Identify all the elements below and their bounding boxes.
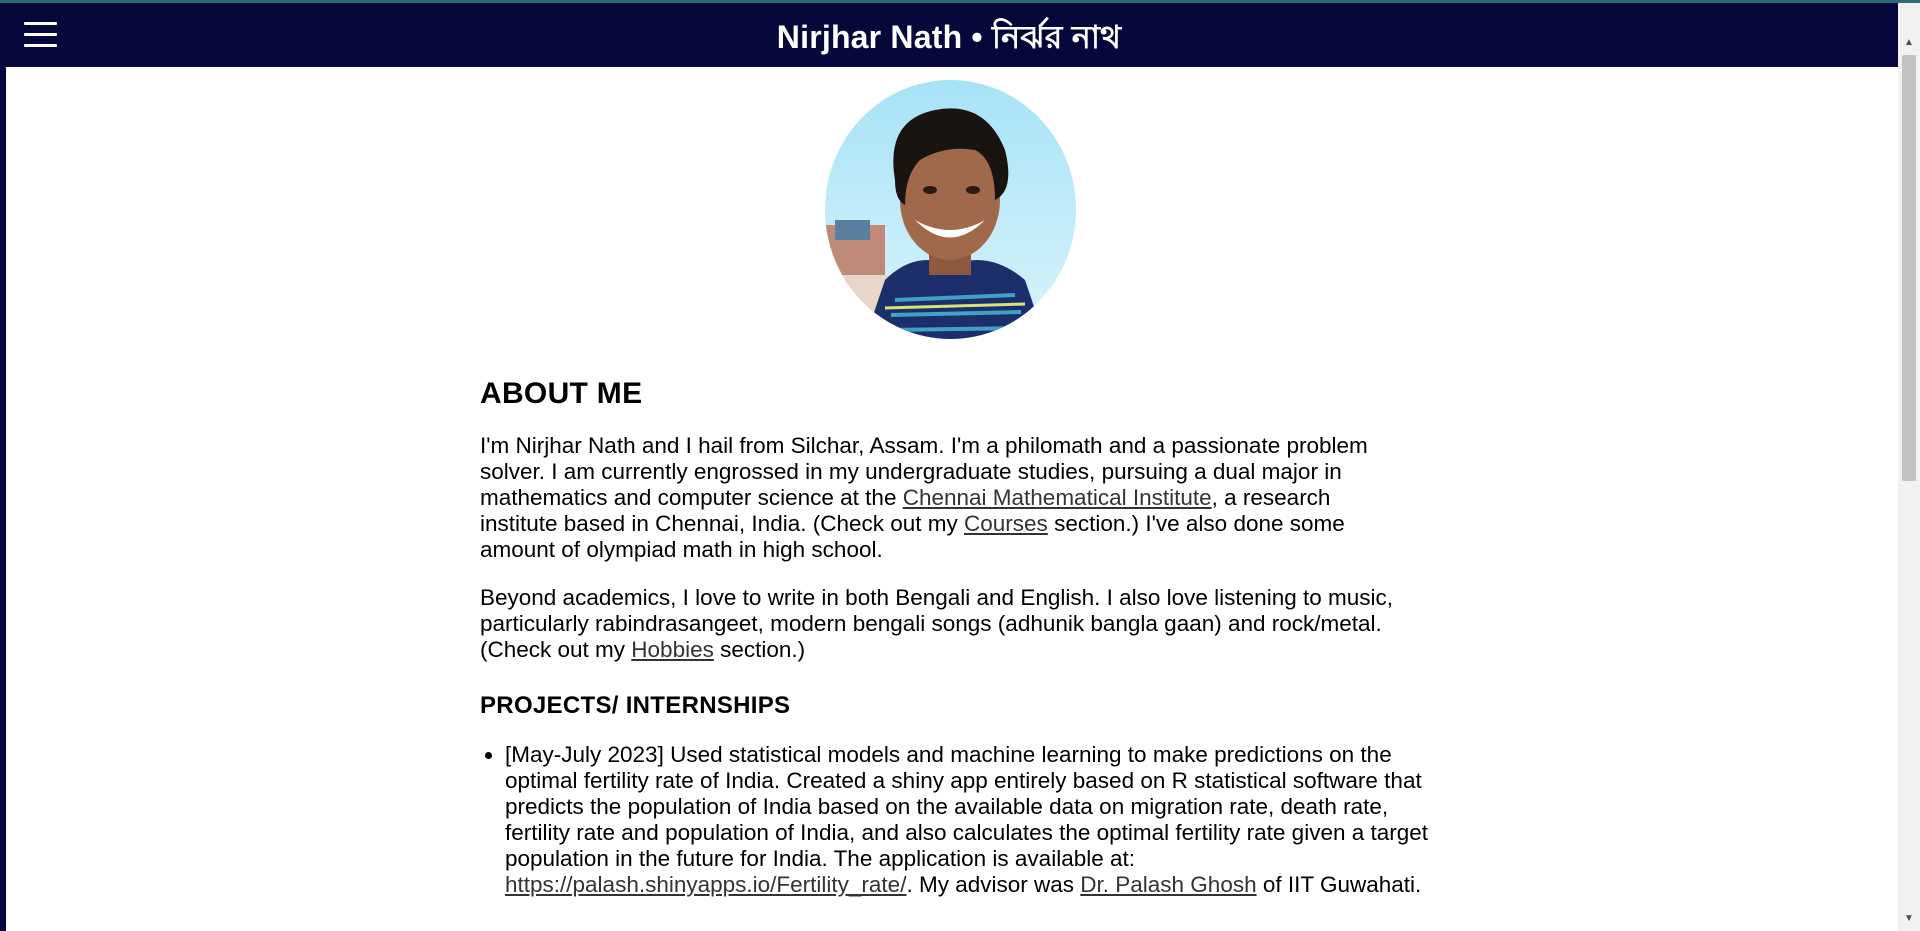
scrollbar-thumb[interactable] (1902, 55, 1916, 481)
scroll-up-arrow-icon[interactable]: ▲ (1898, 33, 1920, 53)
project-text: . My advisor was (906, 872, 1081, 897)
vertical-scrollbar[interactable]: ▲ ▼ (1898, 3, 1920, 931)
courses-link[interactable]: Courses (964, 511, 1048, 536)
about-text: section.) (713, 637, 806, 662)
advisor-link[interactable]: Dr. Palash Ghosh (1080, 872, 1256, 897)
site-header: Nirjhar Nath • নির্ঝর নাথ (0, 3, 1898, 67)
about-paragraph-1: I'm Nirjhar Nath and I hail from Silchar… (480, 433, 1410, 563)
cmi-link[interactable]: Chennai Mathematical Institute (903, 485, 1212, 510)
site-title: Nirjhar Nath • নির্ঝর নাথ (776, 19, 1122, 55)
profile-photo (825, 80, 1076, 339)
main-content: ABOUT ME I'm Nirjhar Nath and I hail fro… (6, 67, 1898, 931)
about-paragraph-2: Beyond academics, I love to write in bot… (480, 585, 1410, 663)
projects-heading: PROJECTS/ INTERNSHIPS (480, 692, 791, 719)
shinyapp-link[interactable]: https://palash.shinyapps.io/Fertility_ra… (505, 872, 906, 897)
project-text: of IIT Guwahati. (1256, 872, 1422, 897)
projects-list: [May-July 2023] Used statistical models … (480, 742, 1435, 898)
list-item: [May-July 2023] Used statistical models … (505, 742, 1435, 898)
hobbies-link[interactable]: Hobbies (631, 637, 714, 662)
about-heading: ABOUT ME (480, 377, 643, 410)
profile-photo-illustration (825, 80, 1076, 339)
scroll-down-arrow-icon[interactable]: ▼ (1898, 909, 1920, 929)
about-text: Beyond academics, I love to write in bot… (480, 585, 1393, 662)
project-text: [May-July 2023] Used statistical models … (505, 742, 1429, 871)
